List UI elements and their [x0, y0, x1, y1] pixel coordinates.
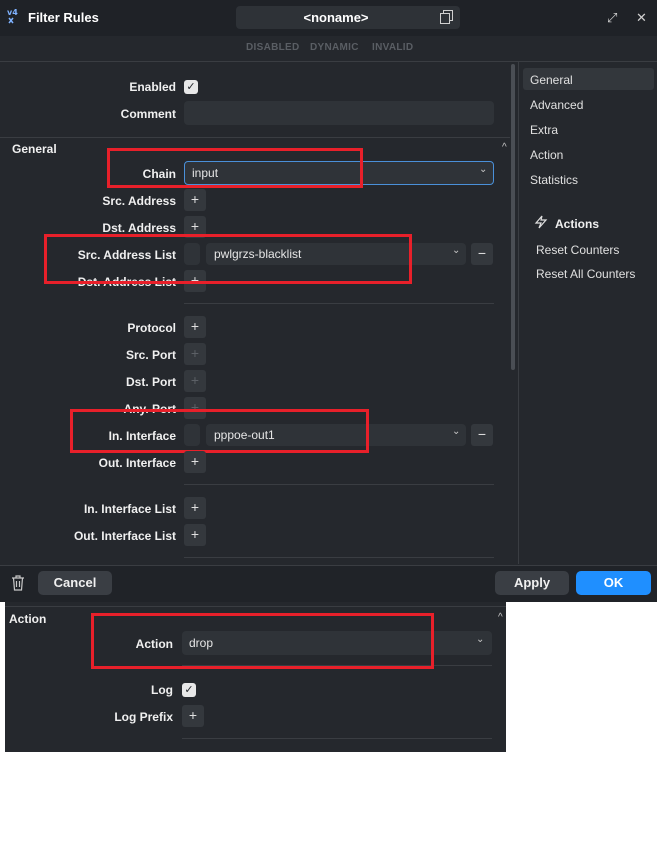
highlight-in-interface — [70, 409, 369, 453]
apply-button[interactable]: Apply — [495, 571, 569, 595]
divider — [5, 606, 506, 607]
copy-icon[interactable] — [440, 10, 454, 24]
highlight-action — [91, 613, 434, 669]
sidebar-item-advanced[interactable]: Advanced — [530, 98, 583, 112]
remove-src-address-list-button[interactable]: − — [471, 243, 493, 265]
protocol-label: Protocol — [127, 321, 176, 335]
divider — [184, 303, 494, 304]
dst-port-label: Dst. Port — [125, 375, 176, 389]
add-out-interface-button[interactable]: + — [184, 451, 206, 473]
divider — [182, 738, 492, 739]
enabled-checkbox[interactable]: ✓ — [184, 80, 198, 94]
reset-all-counters-link[interactable]: Reset All Counters — [536, 267, 635, 281]
bolt-icon — [534, 215, 548, 232]
add-out-interface-list-button[interactable]: + — [184, 524, 206, 546]
reset-counters-link[interactable]: Reset Counters — [536, 243, 619, 257]
flag-invalid: INVALID — [372, 42, 414, 53]
window-title: Filter Rules — [28, 10, 99, 25]
src-address-label: Src. Address — [102, 194, 176, 208]
add-log-prefix-button[interactable]: + — [182, 705, 204, 727]
out-interface-label: Out. Interface — [98, 456, 176, 470]
src-port-label: Src. Port — [125, 348, 176, 362]
actions-title: Actions — [555, 217, 600, 231]
restore-icon[interactable]: ⤢ — [607, 10, 617, 26]
filter-rules-window: v4 Filter Rules <noname> ⤢ ✕ DISABLED DY… — [0, 0, 657, 602]
svg-text:v4: v4 — [7, 8, 18, 17]
sidebar-item-statistics[interactable]: Statistics — [530, 173, 578, 187]
app-logo-icon: v4 — [6, 7, 22, 25]
in-interface-list-label: In. Interface List — [83, 502, 176, 516]
chevron-down-icon: ⌄ — [452, 245, 461, 256]
divider — [184, 557, 494, 558]
log-prefix-label: Log Prefix — [114, 710, 173, 724]
divider — [184, 484, 494, 485]
flag-dynamic: DYNAMIC — [310, 42, 359, 53]
add-protocol-button[interactable]: + — [184, 316, 206, 338]
general-section-title: General — [12, 142, 57, 156]
rule-name: <noname> — [303, 10, 369, 25]
log-label: Log — [151, 683, 173, 697]
add-in-interface-list-button[interactable]: + — [184, 497, 206, 519]
dst-address-label: Dst. Address — [102, 221, 176, 235]
sidebar-item-general[interactable]: General — [530, 73, 573, 87]
close-icon[interactable]: ✕ — [636, 10, 647, 26]
chevron-down-icon: ⌄ — [479, 164, 488, 175]
enabled-label: Enabled — [129, 80, 176, 94]
log-checkbox[interactable]: ✓ — [182, 683, 196, 697]
divider — [0, 137, 510, 138]
sidebar-item-extra[interactable]: Extra — [530, 123, 558, 137]
action-panel: Action ^ Action drop ⌄ Log ✓ Log Prefix … — [5, 602, 506, 752]
sidebar-divider — [518, 62, 519, 564]
collapse-action-icon[interactable]: ^ — [498, 612, 503, 623]
out-interface-list-label: Out. Interface List — [73, 529, 176, 543]
comment-label: Comment — [120, 107, 176, 121]
add-dst-port-button[interactable]: + — [184, 370, 206, 392]
chevron-down-icon: ⌄ — [452, 426, 461, 437]
ok-button[interactable]: OK — [576, 571, 651, 595]
form-scrollbar[interactable] — [511, 64, 515, 370]
cancel-button[interactable]: Cancel — [38, 571, 112, 595]
comment-input[interactable] — [184, 101, 494, 125]
add-src-address-button[interactable]: + — [184, 189, 206, 211]
flag-disabled: DISABLED — [246, 42, 300, 53]
collapse-general-icon[interactable]: ^ — [502, 142, 507, 153]
action-section-title: Action — [9, 612, 47, 626]
chevron-down-icon: ⌄ — [476, 634, 485, 645]
sidebar-item-action[interactable]: Action — [530, 148, 563, 162]
highlight-src-address-list — [44, 234, 412, 284]
add-src-port-button[interactable]: + — [184, 343, 206, 365]
trash-icon[interactable] — [11, 575, 25, 596]
remove-in-interface-button[interactable]: − — [471, 424, 493, 446]
highlight-chain — [107, 148, 363, 188]
